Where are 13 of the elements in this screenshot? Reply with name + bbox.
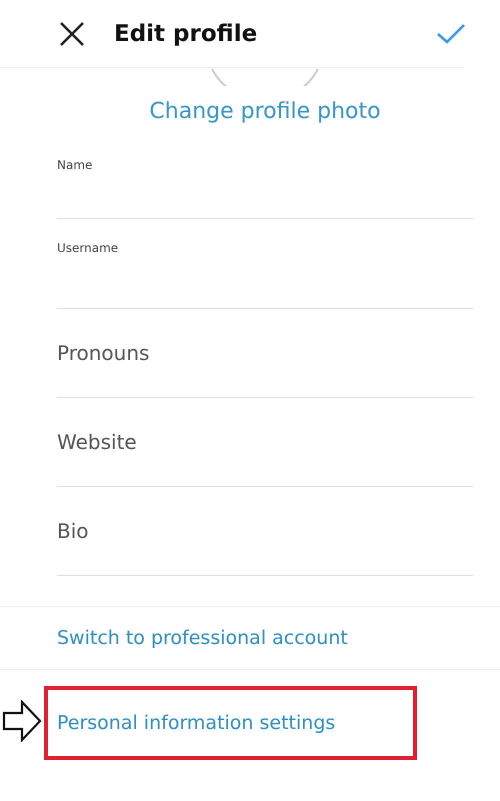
field-label: Name (57, 158, 92, 172)
checkmark-icon[interactable] (436, 22, 466, 44)
input-field[interactable]: Username (57, 219, 473, 309)
close-icon[interactable] (58, 20, 86, 48)
settings-link[interactable]: Switch to professional account (57, 627, 348, 649)
input-field[interactable]: Bio (57, 516, 473, 546)
input-field[interactable]: Website (57, 427, 473, 457)
input-field[interactable]: Name (57, 136, 473, 219)
input-field[interactable]: Pronouns (57, 338, 473, 368)
screen-title: Edit profile (114, 20, 258, 46)
field-label: Username (57, 241, 118, 255)
settings-link[interactable]: Personal information settings (57, 712, 336, 734)
change-photo-link[interactable]: Change profile photo (149, 96, 381, 126)
